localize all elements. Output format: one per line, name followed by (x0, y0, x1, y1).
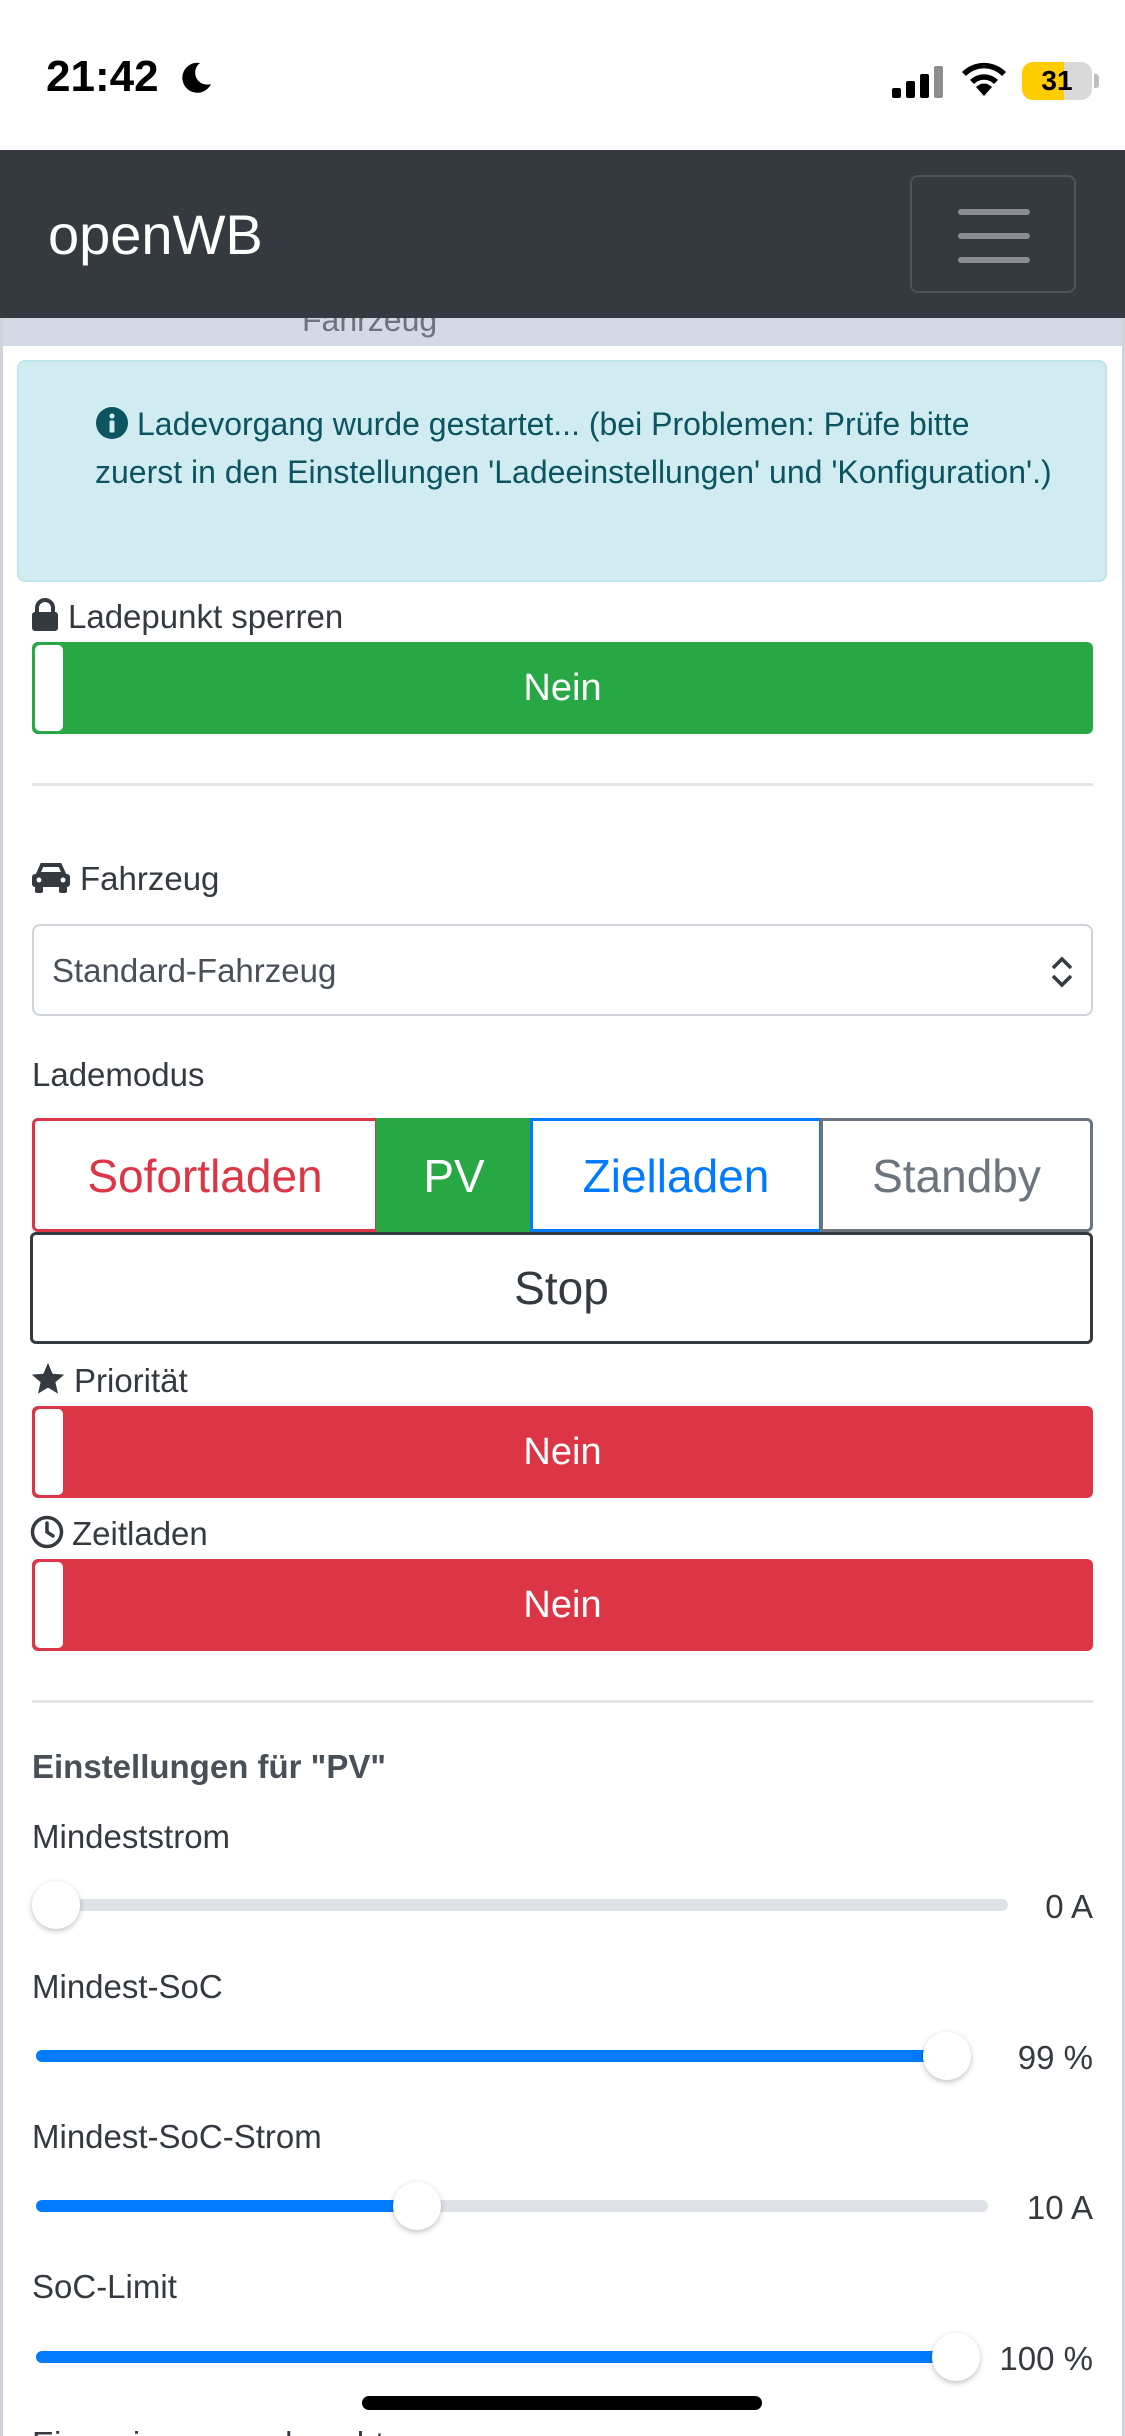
soc-limit-slider-thumb[interactable] (932, 2333, 980, 2381)
hamburger-icon-bar (958, 233, 1030, 239)
slider-value: 100 % (999, 2340, 1093, 2377)
hamburger-icon (958, 209, 1030, 215)
min-soc-slider[interactable] (36, 2050, 956, 2062)
min-soc-current-slider-thumb[interactable] (392, 2182, 441, 2230)
priority-toggle[interactable]: Nein (32, 1406, 1093, 1498)
divider (32, 1700, 1093, 1703)
lock-toggle-value: Nein (523, 667, 602, 709)
pv-settings-title: Einstellungen für "PV" (32, 1748, 386, 1785)
vehicle-label-row: Fahrzeug (30, 860, 219, 898)
slider-fill (36, 2351, 956, 2363)
battery-level: 31 (1041, 65, 1073, 96)
status-bar: 21:42 31 (0, 0, 1125, 150)
vehicle-label: Fahrzeug (80, 860, 220, 897)
min-soc-slider-thumb[interactable] (922, 2032, 971, 2080)
slider-value: 10 A (1026, 2189, 1093, 2226)
divider (32, 783, 1093, 786)
alert-content: Ladevorgang wurde gestartet... (bei Prob… (95, 400, 1055, 496)
slider-value: 99 % (1017, 2039, 1093, 2076)
priority-label: Priorität (74, 1362, 188, 1399)
car-icon (32, 863, 70, 893)
mode-zielladen-button[interactable]: Zielladen (530, 1118, 822, 1232)
time-charging-toggle-value: Nein (523, 1584, 602, 1626)
mode-stop-button[interactable]: Stop (30, 1232, 1093, 1344)
charge-mode-label: Lademodus (32, 1056, 205, 1093)
slider-label: Mindeststrom (32, 1818, 231, 1855)
wifi-icon (962, 62, 1006, 96)
status-time: 21:42 (46, 52, 159, 101)
brand-logo[interactable]: openWB (48, 202, 263, 267)
home-indicator[interactable] (362, 2396, 762, 2410)
min-soc-current-slider[interactable] (36, 2200, 988, 2212)
soc-limit-slider[interactable] (36, 2351, 956, 2363)
next-setting-label: Einspeisegrenze beachten (32, 2416, 421, 2436)
lock-label-row: Ladepunkt sperren (30, 598, 343, 636)
card-header-peek: Fahrzeug (0, 318, 1125, 346)
battery-indicator: 31 (1022, 62, 1092, 100)
slider-label: Mindest-SoC-Strom (32, 2118, 322, 2155)
info-icon (96, 407, 128, 439)
slider-fill (36, 2050, 947, 2062)
slider-fill (36, 2200, 417, 2212)
lock-label: Ladepunkt sperren (68, 598, 344, 635)
star-icon (31, 1363, 65, 1394)
card-border (0, 318, 3, 2436)
slider-value: 0 A (1045, 1888, 1093, 1925)
battery-cap (1094, 74, 1099, 88)
mode-sofortladen-button[interactable]: Sofortladen (32, 1118, 378, 1232)
min-current-slider[interactable] (36, 1899, 1008, 1911)
time-charging-label: Zeitladen (72, 1515, 208, 1552)
cellular-signal-icon (892, 66, 943, 98)
min-current-slider-thumb[interactable] (32, 1881, 80, 1929)
clock-icon (30, 1515, 64, 1549)
vehicle-select[interactable]: Standard-Fahrzeug (32, 924, 1093, 1016)
mode-standby-button[interactable]: Standby (820, 1118, 1093, 1232)
card-header-text: Fahrzeug (302, 318, 438, 338)
time-charging-label-row: Zeitladen (30, 1515, 208, 1553)
lock-icon (32, 598, 58, 631)
slider-label: Mindest-SoC (32, 1968, 223, 2005)
lock-toggle[interactable]: Nein (32, 642, 1093, 734)
vehicle-select-value: Standard-Fahrzeug (52, 952, 337, 989)
menu-toggle-button[interactable] (910, 175, 1076, 293)
mode-pv-button[interactable]: PV (376, 1118, 532, 1232)
alert-text: Ladevorgang wurde gestartet... (bei Prob… (95, 406, 1052, 490)
priority-toggle-value: Nein (523, 1431, 602, 1473)
info-alert: Ladevorgang wurde gestartet... (bei Prob… (17, 360, 1107, 582)
slider-label: SoC-Limit (32, 2268, 177, 2305)
priority-label-row: Priorität (30, 1362, 188, 1400)
moon-icon (182, 62, 211, 93)
navbar: openWB (0, 150, 1125, 318)
time-charging-toggle[interactable]: Nein (32, 1559, 1093, 1651)
select-chevron-icon (1051, 956, 1073, 988)
hamburger-icon-bar (958, 257, 1030, 263)
